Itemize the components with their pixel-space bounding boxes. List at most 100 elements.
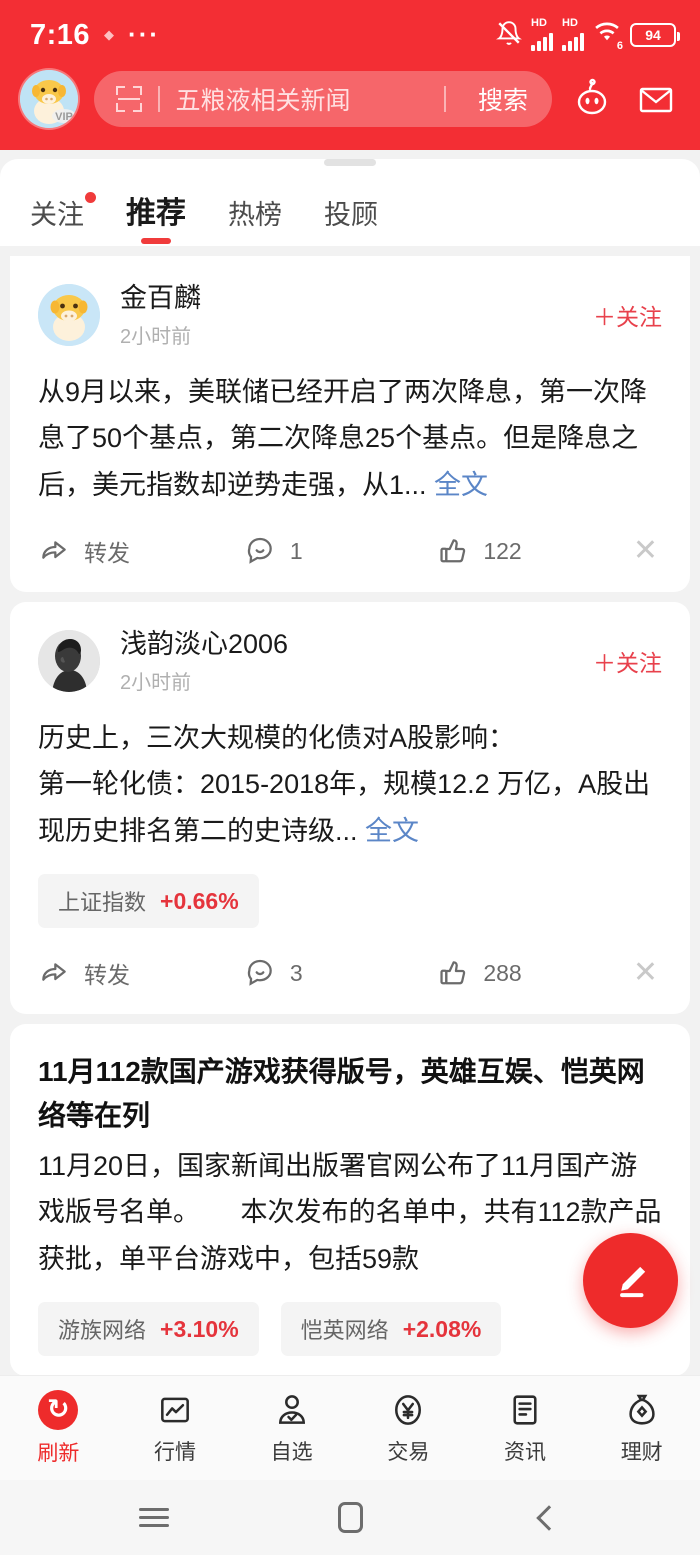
feed-post-2[interactable]: 浅韵淡心2006 2小时前 ＋关注 历史上，三次大规模的化债对A股影响： 第一轮… — [10, 602, 690, 1015]
trade-yuan-icon — [395, 1394, 422, 1425]
feed-post-1[interactable]: 金百麟 2小时前 ＋关注 从9月以来，美联储已经开启了两次降息，第一次降息了50… — [10, 256, 690, 593]
author-avatar[interactable] — [38, 284, 100, 347]
wealth-bag-icon — [629, 1394, 655, 1425]
author-name: 浅韵淡心2006 — [120, 629, 289, 660]
tab-tuijian[interactable]: 推荐 — [126, 188, 186, 246]
status-dots: ··· — [128, 19, 161, 50]
battery-icon: 94 — [630, 23, 680, 47]
comment-action[interactable]: 3 — [244, 957, 437, 989]
share-label: 转发 — [84, 540, 130, 567]
wifi-icon: 6 — [593, 21, 623, 52]
status-bar-left: 7:16 ◆ ··· — [30, 19, 160, 52]
author-info: 浅韵淡心2006 2小时前 — [120, 628, 593, 695]
scan-icon[interactable] — [116, 86, 142, 112]
nav-item-trade[interactable]: 交易 — [350, 1391, 467, 1466]
signal-bars-2-icon: HD — [562, 17, 584, 51]
share-action[interactable]: 转发 — [38, 956, 244, 990]
stock-tag[interactable]: 游族网络 +3.10% — [38, 1302, 259, 1357]
like-action[interactable]: 122 — [437, 535, 633, 567]
follow-button[interactable]: ＋关注 — [593, 644, 662, 678]
bell-muted-icon — [496, 20, 522, 51]
status-bar: 7:16 ◆ ··· HD HD 6 94 — [0, 0, 700, 70]
author-info: 金百麟 2小时前 — [120, 282, 593, 349]
mail-icon[interactable] — [632, 75, 680, 123]
news-doc-icon — [513, 1394, 537, 1425]
like-action[interactable]: 288 — [437, 957, 633, 989]
stock-tag-change: +0.66% — [160, 887, 239, 914]
tab-label: 推荐 — [126, 197, 186, 230]
like-count: 288 — [483, 959, 522, 986]
post-body: 从9月以来，美联储已经开启了两次降息，第一次降息了50个基点，第二次降息25个基… — [38, 355, 662, 512]
news-summary: 11月20日，国家新闻出版署官网公布了11月国产游戏版号名单。 本次发布的名单中… — [38, 1150, 662, 1274]
nav-item-watchlist[interactable]: 自选 — [233, 1391, 350, 1466]
compose-pencil-icon — [619, 1266, 645, 1297]
tab-label: 关注 — [30, 200, 84, 230]
nav-item-wealth[interactable]: 理财 — [583, 1391, 700, 1466]
menu-icon[interactable] — [131, 1495, 177, 1541]
nav-item-market[interactable]: 行情 — [117, 1391, 234, 1466]
share-icon — [42, 963, 66, 981]
like-count: 122 — [483, 537, 522, 564]
search-divider-left — [158, 86, 160, 112]
share-label: 转发 — [84, 962, 130, 989]
read-more-link[interactable]: 全文 — [434, 470, 488, 500]
compose-fab-button[interactable] — [583, 1233, 678, 1328]
back-chevron-icon[interactable] — [523, 1495, 569, 1541]
status-time: 7:16 — [30, 18, 91, 51]
search-button[interactable]: 搜索 — [462, 81, 546, 117]
robot-assistant-icon[interactable] — [568, 75, 616, 123]
post-body-text: 历史上，三次大规模的化债对A股影响： 第一轮化债：2015-2018年，规模12… — [38, 722, 651, 846]
svg-text:VIP: VIP — [55, 111, 73, 123]
post-time: 2小时前 — [120, 325, 192, 348]
stock-tag-name: 上证指数 — [58, 890, 147, 916]
author-avatar[interactable] — [38, 630, 100, 693]
nav-item-news[interactable]: 资讯 — [467, 1391, 584, 1466]
share-action[interactable]: 转发 — [38, 534, 244, 568]
search-divider-right — [444, 86, 446, 112]
home-square-icon[interactable] — [327, 1495, 373, 1541]
market-chart-icon — [161, 1397, 189, 1422]
post-header: 金百麟 2小时前 ＋关注 — [38, 256, 662, 355]
search-input[interactable]: 五粮液相关新闻 — [176, 81, 429, 117]
comment-action[interactable]: 1 — [244, 535, 437, 567]
post-body-text: 从9月以来，美联储已经开启了两次降息，第一次降息了50个基点，第二次降息25个基… — [38, 376, 648, 500]
nav-label: 自选 — [270, 1440, 313, 1464]
news-title: 11月112款国产游戏获得版号，英雄互娱、恺英网络等在列 — [38, 1056, 645, 1131]
tab-rebang[interactable]: 热榜 — [228, 193, 282, 246]
post-body: 历史上，三次大规模的化债对A股影响： 第一轮化债：2015-2018年，规模12… — [38, 701, 662, 858]
stock-tags: 上证指数 +0.66% — [38, 858, 662, 934]
stock-tags: 游族网络 +3.10% 恺英网络 +2.08% — [38, 1286, 662, 1362]
nav-label: 理财 — [620, 1440, 663, 1464]
comment-icon — [247, 959, 272, 986]
content-panel: 关注 推荐 热榜 投顾 — [0, 159, 700, 246]
stock-tag[interactable]: 恺英网络 +2.08% — [280, 1302, 502, 1357]
app-screen: 7:16 ◆ ··· HD HD 6 94 VIP 五粮液相关新闻 搜索 关注 … — [0, 0, 700, 1555]
status-bar-right: HD HD 6 94 — [496, 17, 680, 52]
system-navigation-bar — [0, 1480, 700, 1555]
comment-count: 3 — [289, 959, 303, 986]
stock-tag-change: +2.08% — [402, 1315, 482, 1342]
share-icon — [42, 541, 66, 559]
drag-handle[interactable] — [324, 159, 376, 166]
tab-guanzhu[interactable]: 关注 — [30, 192, 96, 246]
watchlist-person-icon — [278, 1394, 305, 1424]
signal-bars-1-icon: HD — [531, 17, 553, 51]
dismiss-post-button[interactable]: ✕ — [633, 536, 662, 566]
feed-tabs: 关注 推荐 热榜 投顾 — [0, 166, 700, 246]
nav-label: 行情 — [154, 1440, 196, 1464]
nav-label: 交易 — [387, 1440, 430, 1464]
stock-tag[interactable]: 上证指数 +0.66% — [38, 874, 259, 929]
tab-badge-dot — [85, 192, 96, 203]
tab-label: 热榜 — [228, 200, 282, 230]
nav-item-refresh[interactable]: ↻ 刷新 — [0, 1389, 117, 1467]
tab-tougu[interactable]: 投顾 — [324, 193, 378, 246]
nav-label: 刷新 — [37, 1441, 80, 1465]
follow-button[interactable]: ＋关注 — [593, 298, 662, 332]
dismiss-post-button[interactable]: ✕ — [633, 958, 662, 988]
comment-icon — [247, 537, 272, 564]
read-more-link[interactable]: 全文 — [365, 816, 419, 846]
stock-tag-name: 恺英网络 — [300, 1318, 389, 1344]
search-bar[interactable]: 五粮液相关新闻 搜索 — [94, 71, 552, 127]
user-avatar[interactable]: VIP — [20, 70, 78, 128]
feed-post-3[interactable]: 11月112款国产游戏获得版号，英雄互娱、恺英网络等在列 11月20日，国家新闻… — [10, 1024, 690, 1377]
